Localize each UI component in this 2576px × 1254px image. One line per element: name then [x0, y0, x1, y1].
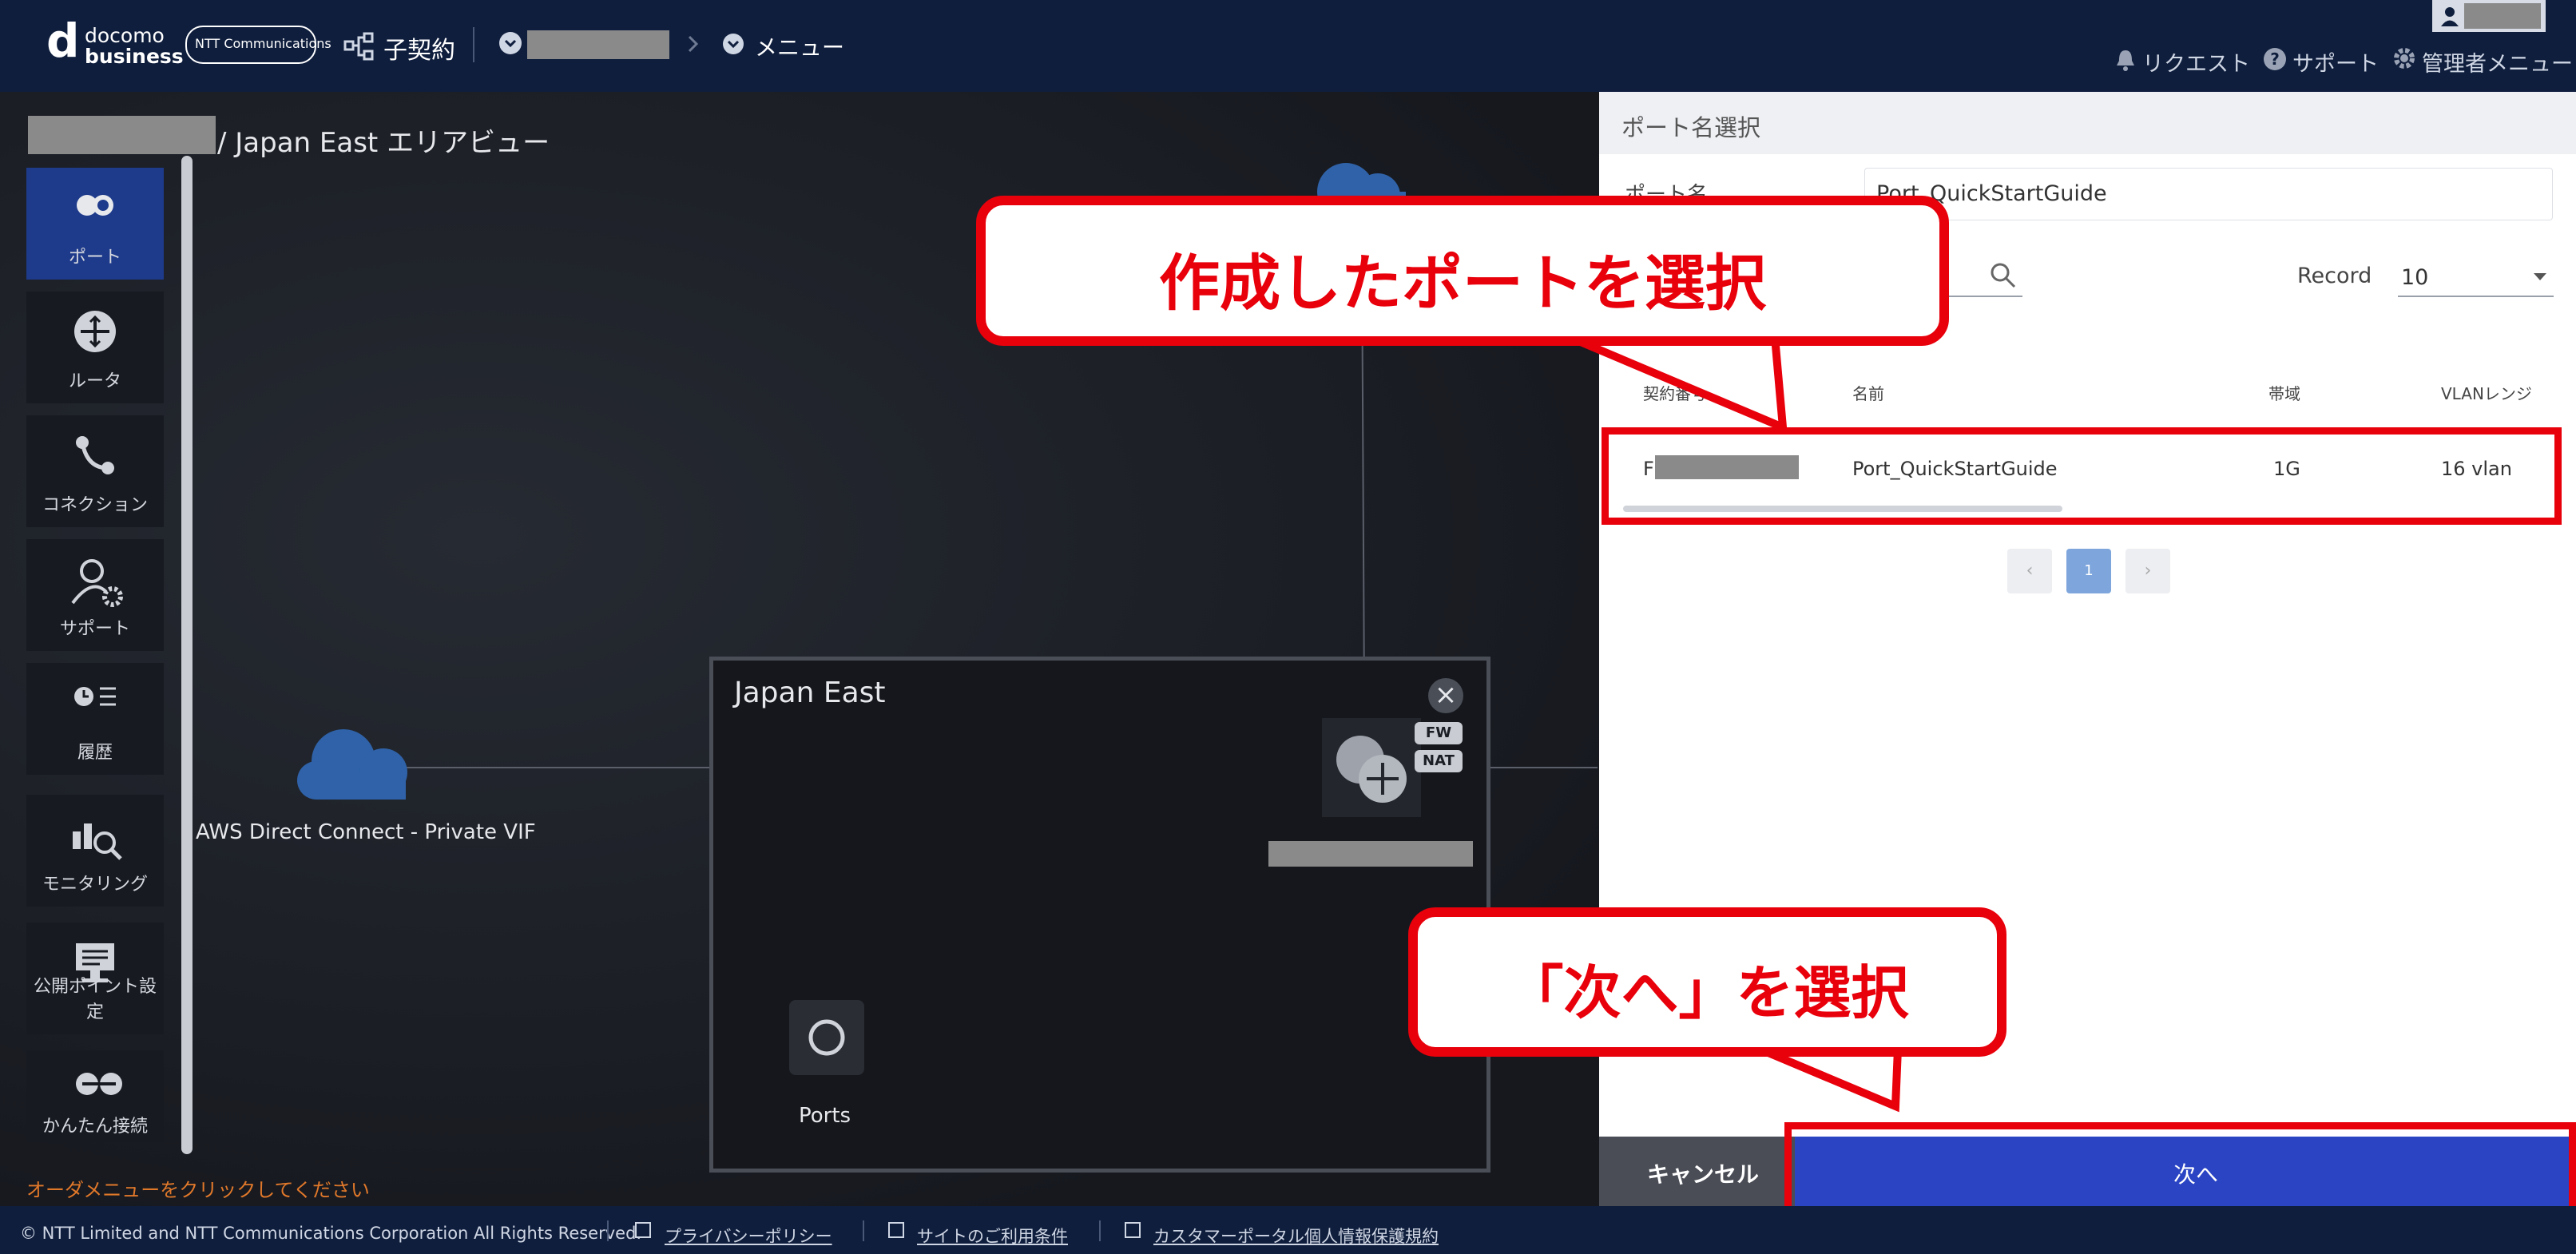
- chevron-down-icon: [2534, 273, 2546, 280]
- sidebar-item-support[interactable]: サポート: [26, 539, 164, 651]
- contract-label[interactable]: 子契約: [383, 30, 455, 65]
- ntt-logo: NTT Communications: [185, 26, 331, 64]
- sidebar-item-publish-point[interactable]: 公開ポイント設定: [26, 923, 164, 1034]
- callout-select-next: 「次へ」を選択: [1408, 907, 2006, 1057]
- region-box-japan-east[interactable]: Japan East × FW NAT Ports: [709, 657, 1490, 1173]
- copyright: © NTT Limited and NTT Communications Cor…: [20, 1224, 642, 1243]
- sidebar-item-history[interactable]: 履歴: [26, 663, 164, 775]
- sidebar-item-connection[interactable]: コネクション: [26, 415, 164, 527]
- sidebar-item-easy-connect[interactable]: かんたん接続: [26, 1050, 164, 1142]
- user-icon: [2441, 7, 2459, 26]
- terms-link[interactable]: サイトのご利用条件: [917, 1224, 1068, 1248]
- area-breadcrumb: / Japan East エリアビュー: [217, 127, 550, 159]
- connection-icon: [76, 436, 114, 474]
- nav-support[interactable]: サポート: [2292, 46, 2379, 77]
- easy-connect-icon: [76, 1073, 122, 1095]
- top-header: d docomo business NTT Communications 子契約…: [0, 0, 2576, 92]
- sidebar-item-monitoring[interactable]: モニタリング: [26, 795, 164, 907]
- port-name-field[interactable]: Port_QuickStartGuide: [1864, 168, 2553, 220]
- sidebar-scrollbar[interactable]: [181, 156, 193, 1154]
- page-next-button[interactable]: ›: [2125, 549, 2170, 593]
- nav-request[interactable]: リクエスト: [2142, 46, 2250, 77]
- support-icon: [71, 559, 123, 607]
- port-icon: [77, 195, 113, 216]
- redacted-contract-name: [527, 30, 669, 59]
- footer-divider: [1099, 1220, 1101, 1241]
- monitoring-icon: [73, 823, 122, 860]
- page-footer: © NTT Limited and NTT Communications Cor…: [0, 1206, 2576, 1254]
- gear-icon[interactable]: [2392, 46, 2416, 70]
- highlight-selected-row: [1602, 427, 2562, 525]
- ports-label: Ports: [799, 1104, 851, 1128]
- col-vlan-range[interactable]: VLANレンジ: [2441, 381, 2532, 404]
- privacy-policy-link[interactable]: プライバシーポリシー: [665, 1224, 832, 1248]
- redacted-area-name: [28, 116, 216, 154]
- personal-info-link[interactable]: カスタマーポータル個人情報保護規約: [1153, 1224, 1439, 1248]
- help-icon[interactable]: ?: [2264, 48, 2286, 70]
- docomo-business-logo[interactable]: d docomo business: [46, 18, 184, 67]
- menu-label[interactable]: メニュー: [755, 30, 844, 62]
- user-avatar[interactable]: [2432, 0, 2546, 32]
- record-select[interactable]: 10: [2398, 256, 2554, 297]
- router-icon: [74, 311, 116, 352]
- panel-title: ポート名選択: [1621, 114, 1761, 141]
- router-node[interactable]: [1322, 718, 1421, 817]
- router-node-icon: [1336, 736, 1407, 803]
- record-label: Record: [2297, 264, 2372, 288]
- footer-divider: [863, 1220, 864, 1241]
- callout-select-port: 作成したポートを選択: [976, 196, 1949, 346]
- bell-icon[interactable]: [2115, 48, 2136, 72]
- nav-admin-menu[interactable]: 管理者メニュー: [2422, 46, 2573, 77]
- external-link-icon: [1125, 1222, 1141, 1238]
- external-link-icon: [635, 1222, 651, 1238]
- menu-chevron-down-icon[interactable]: [723, 34, 744, 54]
- chevron-down-icon[interactable]: [499, 32, 522, 54]
- page-prev-button[interactable]: ‹: [2007, 549, 2052, 593]
- history-icon: [74, 687, 116, 706]
- port-circle-icon: [808, 1019, 845, 1056]
- order-hint: オーダメニューをクリックしてください: [26, 1179, 370, 1201]
- nat-tag: NAT: [1415, 750, 1463, 772]
- contract-tree-icon: [343, 32, 375, 61]
- panel-title-bar: ポート名選択: [1599, 92, 2576, 154]
- col-name[interactable]: 名前: [1852, 381, 1884, 404]
- col-bandwidth[interactable]: 帯域: [2268, 381, 2300, 404]
- region-title: Japan East: [734, 677, 886, 709]
- footer-divider: [607, 1220, 609, 1241]
- aws-cloud-icon[interactable]: [294, 723, 423, 803]
- region-close-icon[interactable]: ×: [1428, 678, 1463, 713]
- sidebar-item-router[interactable]: ルータ: [26, 292, 164, 403]
- breadcrumb-chevron-icon: [685, 32, 701, 56]
- aws-cloud-label: AWS Direct Connect - Private VIF: [196, 820, 536, 844]
- cancel-button[interactable]: キャンセル: [1599, 1137, 1795, 1206]
- fw-tag: FW: [1415, 722, 1463, 744]
- ports-node[interactable]: [789, 1000, 864, 1075]
- search-icon[interactable]: [1989, 261, 2018, 290]
- redacted-router-name: [1268, 841, 1473, 867]
- header-divider: [473, 27, 474, 62]
- sidebar-item-port[interactable]: ポート: [26, 168, 164, 280]
- page-1-button[interactable]: 1: [2066, 549, 2111, 593]
- external-link-icon: [888, 1222, 904, 1238]
